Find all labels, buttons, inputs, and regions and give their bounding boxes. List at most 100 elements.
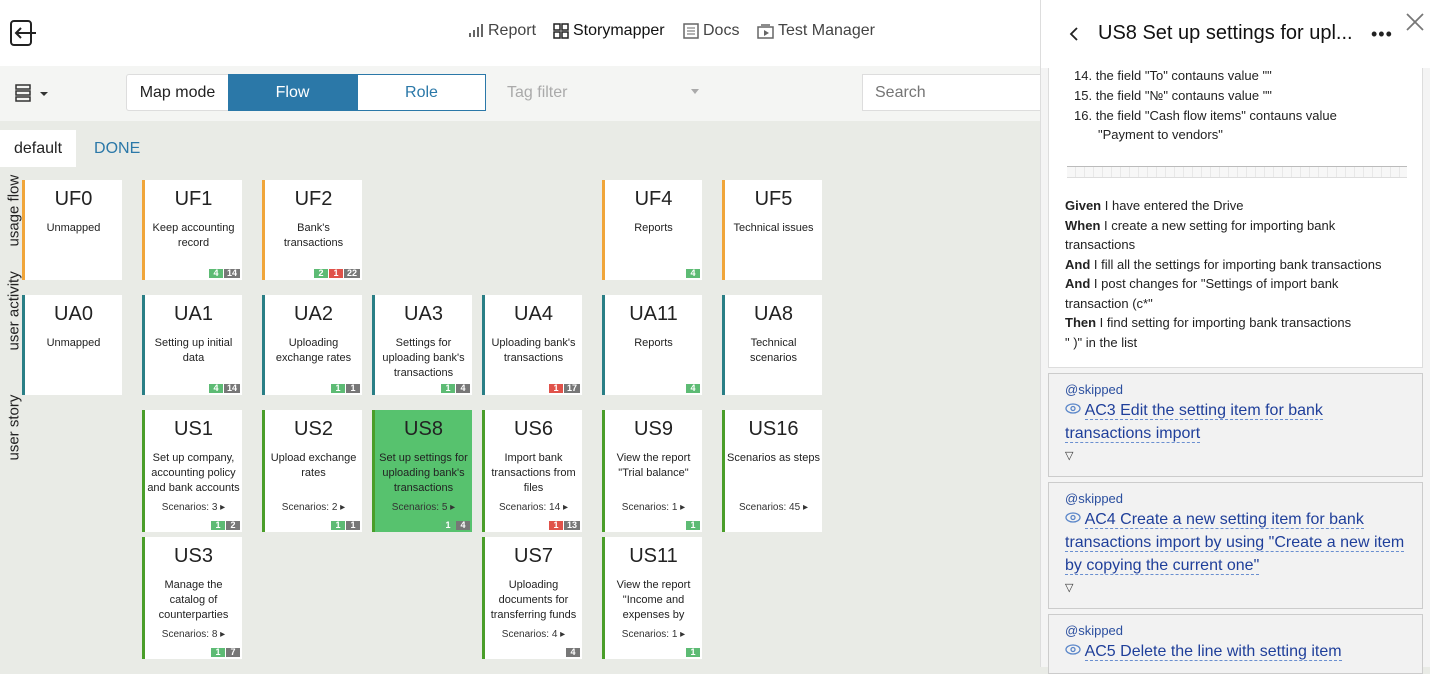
story-card-us11[interactable]: US11 View the report "Income and expenses… [602,537,702,659]
nav-docs[interactable]: Docs [683,22,739,40]
story-card-ua2[interactable]: UA2 Uploading exchange rates 1 1 [262,295,362,395]
status-badge: 13 [563,521,580,530]
skipped-tag[interactable]: @skipped [1065,382,1406,397]
story-card-uf0[interactable]: UF0 Unmapped [22,180,122,280]
role-toggle[interactable]: Role [357,74,486,111]
expand-icon[interactable]: ▽ [1065,581,1406,594]
story-card-us8[interactable]: US8 Set up settings for uploading bank's … [372,410,472,532]
card-description: Uploading bank's transactions [491,337,576,364]
scenarios-count[interactable]: Scenarios: 5 ▸ [375,502,472,513]
skipped-tag[interactable]: @skipped [1065,623,1406,638]
story-card-us3[interactable]: US3 Manage the catalog of counterparties S… [142,537,242,659]
gherkin-text: Given I have entered the Drive When I cr… [1065,196,1410,352]
eye-icon [1065,403,1081,414]
story-card-us2[interactable]: US2 Upload exchange rates Scenarios: 2 ▸ 1 1 [262,410,362,532]
tab-done[interactable]: DONE [76,130,154,167]
gherkin-line: transaction (c*" [1065,295,1153,311]
story-card-uf2[interactable]: UF2 Bank's transactions 2 1 22 [262,180,362,280]
card-description: Set up company, accounting policy and ba… [147,452,240,494]
story-card-uf5[interactable]: UF5 Technical issues [722,180,822,280]
gherkin-line: " )" in the list [1065,334,1138,350]
card-description: Settings for uploading bank's transactio… [382,337,465,379]
back-icon[interactable] [1069,27,1079,41]
card-id: UF2 [294,188,333,210]
search-input[interactable] [862,74,1052,111]
play-icon [757,23,774,39]
close-icon[interactable] [1405,12,1425,32]
nav-report[interactable]: Report [468,22,536,40]
scenarios-count[interactable]: Scenarios: 45 ▸ [725,502,822,513]
nav-test-manager[interactable]: Test Manager [757,22,875,40]
eye-icon [1065,644,1081,655]
story-card-ua11[interactable]: UA11 Reports 4 [602,295,702,395]
card-id: UA3 [404,303,443,325]
status-badge: 1 [328,269,343,278]
story-card-us6[interactable]: US6 Import bank transactions from files Sc… [482,410,582,532]
more-options-icon[interactable]: ••• [1371,24,1393,45]
status-badges: 4 [686,384,700,393]
status-badge: 1 [211,521,225,530]
card-description: Manage the catalog of counterparties [158,579,229,621]
story-card-us9[interactable]: US9 View the report "Trial balance" Scenar… [602,410,702,532]
exit-icon[interactable] [10,20,38,46]
status-badge: 4 [456,384,470,393]
expand-icon[interactable]: ▽ [1065,449,1406,462]
story-card-ua8[interactable]: UA8 Technical scenarios [722,295,822,395]
card-id: UA1 [174,303,213,325]
story-card-ua1[interactable]: UA1 Setting up initial data 4 14 [142,295,242,395]
tag-filter-label: Tag filter [507,83,568,101]
status-badges: 4 14 [208,384,240,393]
flow-toggle[interactable]: Flow [228,74,357,111]
tag-filter-select[interactable]: Tag filter [493,74,709,111]
status-badge: 17 [563,384,580,393]
bar-chart-icon [469,24,483,37]
story-card-us16[interactable]: US16 Scenarios as steps Scenarios: 45 ▸ [722,410,822,532]
card-description: Reports [634,337,673,349]
story-card-uf4[interactable]: UF4 Reports 4 [602,180,702,280]
row-label-user-activity: user activity [5,271,23,351]
scenarios-count[interactable]: Scenarios: 14 ▸ [485,502,582,513]
scenarios-count[interactable]: Scenarios: 1 ▸ [605,629,702,640]
ac-link[interactable]: AC4 Create a new setting item for bank tr… [1065,508,1406,577]
status-badges: 4 [566,648,580,657]
gherkin-line: When I create a new setting for importin… [1065,217,1336,233]
card-id: UF1 [174,188,213,210]
card-description: View the report "Trial balance" [616,452,691,479]
step-item: 16. the field "Cash flow items" contauns… [1074,108,1337,123]
table-thumbnail [1067,166,1407,178]
scenarios-count[interactable]: Scenarios: 1 ▸ [605,502,702,513]
scenarios-count[interactable]: Scenarios: 2 ▸ [265,502,362,513]
status-badges: 11 [331,521,360,530]
story-card-uf1[interactable]: UF1 Keep accounting record 4 14 [142,180,242,280]
scenarios-count[interactable]: Scenarios: 4 ▸ [485,629,582,640]
nav-report-label: Report [488,22,537,39]
scenarios-count[interactable]: Scenarios: 3 ▸ [145,502,242,513]
ac-link[interactable]: AC5 Delete the line with setting item [1065,640,1406,663]
tab-default[interactable]: default [0,130,77,167]
card-description: Unmapped [46,337,101,349]
layers-menu-icon[interactable] [14,82,50,104]
scenario-body: 14. the field "To" contauns value "" 15.… [1048,68,1423,368]
status-badge: 4 [208,384,223,393]
nav-storymapper[interactable]: Storymapper [553,22,665,40]
status-badge: 1 [686,521,700,530]
status-badge: 4 [456,521,470,530]
story-card-ua4[interactable]: UA4 Uploading bank's transactions 1 17 [482,295,582,395]
status-badge: 1 [441,384,455,393]
acceptance-criteria-card: @skipped AC5 Delete the line with settin… [1048,614,1423,674]
ac-link[interactable]: AC3 Edit the setting item for bank transa… [1065,399,1406,445]
panel-header: US8 Set up settings for upl... ••• [1041,0,1430,68]
card-description: Scenarios as steps [727,452,820,464]
story-card-ua0[interactable]: UA0 Unmapped [22,295,122,395]
nav-test-manager-label: Test Manager [778,22,875,39]
gherkin-line: Then I find setting for importing bank t… [1065,315,1352,330]
story-card-us1[interactable]: US1 Set up company, accounting policy and… [142,410,242,532]
story-card-ua3[interactable]: UA3 Settings for uploading bank's transac… [372,295,472,395]
skipped-tag[interactable]: @skipped [1065,491,1406,506]
story-card-us7[interactable]: US7 Uploading documents for transferring … [482,537,582,659]
card-description: View the report "Income and expenses by … [616,579,691,621]
scenarios-count[interactable]: Scenarios: 8 ▸ [145,629,242,640]
map-mode-label: Map mode [126,74,228,111]
status-badge: 1 [346,384,360,393]
status-badge: 4 [686,384,700,393]
